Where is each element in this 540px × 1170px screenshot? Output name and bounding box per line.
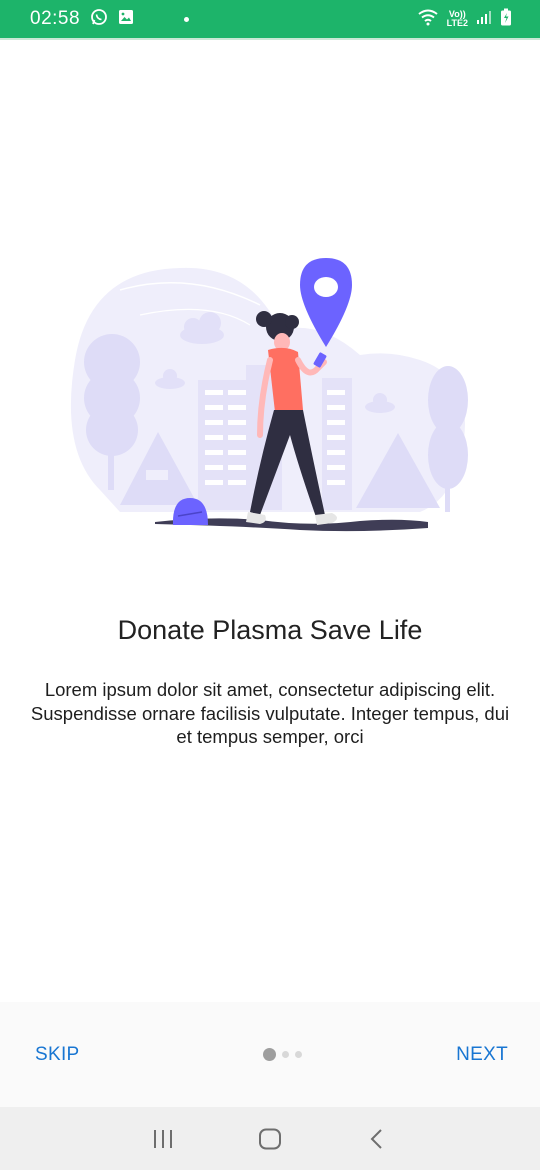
onboarding-footer: SKIP NEXT — [0, 1002, 540, 1107]
wifi-icon — [417, 8, 439, 31]
onboarding-illustration — [60, 250, 480, 550]
page-dot[interactable] — [282, 1051, 290, 1058]
status-bar: 02:58 Vo)) LTE2 — [0, 0, 540, 40]
onboarding-description: Lorem ipsum dolor sit amet, consectetur … — [30, 679, 510, 747]
home-button[interactable] — [250, 1119, 290, 1159]
notification-dot-icon — [184, 16, 190, 22]
system-nav-bar — [0, 1107, 540, 1170]
battery-icon — [500, 8, 512, 31]
signal-icon — [476, 9, 492, 30]
back-button[interactable] — [357, 1119, 397, 1159]
skip-button[interactable]: SKIP — [35, 1044, 80, 1066]
page-dot[interactable] — [295, 1051, 303, 1058]
recents-button[interactable] — [143, 1119, 183, 1159]
back-icon — [370, 1128, 382, 1149]
lte-label: LTE2 — [446, 18, 468, 28]
page-dot-active[interactable] — [263, 1048, 277, 1061]
lte-indicator: Vo)) LTE2 — [447, 10, 468, 28]
next-button[interactable]: NEXT — [456, 1044, 508, 1066]
whatsapp-icon — [90, 8, 108, 31]
onboarding-title: Donate Plasma Save Life — [117, 615, 423, 645]
recents-icon — [154, 1129, 173, 1148]
status-time: 02:58 — [30, 8, 81, 29]
home-icon — [258, 1128, 281, 1149]
page-indicator — [263, 1048, 303, 1061]
gallery-icon — [118, 9, 134, 30]
